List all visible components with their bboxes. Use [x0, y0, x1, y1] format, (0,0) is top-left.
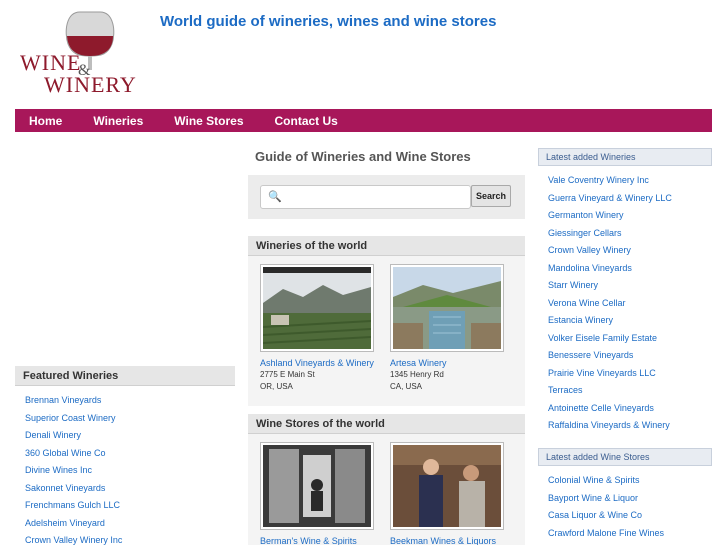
latest-winery-link[interactable]: Crown Valley Winery	[548, 242, 712, 260]
latest-winery-link[interactable]: Estancia Winery	[548, 312, 712, 330]
store-photo[interactable]	[390, 442, 504, 530]
store-card: Beekman Wines & Liquors	[390, 442, 510, 545]
latest-stores-list: Colonial Wine & Spirits Bayport Wine & L…	[538, 466, 712, 542]
search-panel: 🔍 Search	[248, 175, 525, 219]
latest-store-link[interactable]: Bayport Wine & Liquor	[548, 490, 712, 508]
latest-wineries-heading: Latest added Wineries	[538, 148, 712, 166]
store-name-link[interactable]: Beekman Wines & Liquors	[390, 535, 510, 545]
store-photo[interactable]	[260, 442, 374, 530]
winery-address-line1: 1345 Henry Rd	[390, 370, 444, 379]
store-card: Berman's Wine & Spirits	[260, 442, 380, 545]
search-field[interactable]: 🔍	[260, 185, 471, 209]
winery-card: Artesa Winery 1345 Henry Rd CA, USA	[390, 264, 510, 393]
featured-winery-link[interactable]: Adelsheim Vineyard	[25, 515, 235, 533]
latest-winery-link[interactable]: Guerra Vineyard & Winery LLC	[548, 190, 712, 208]
nav-wine-stores[interactable]: Wine Stores	[174, 114, 243, 128]
search-input[interactable]	[283, 188, 468, 206]
site-tagline: World guide of wineries, wines and wine …	[160, 13, 497, 30]
latest-winery-link[interactable]: Antoinette Celle Vineyards	[548, 400, 712, 418]
featured-winery-link[interactable]: Divine Wines Inc	[25, 462, 235, 480]
latest-stores-box: Latest added Wine Stores Colonial Wine &…	[538, 448, 712, 542]
latest-winery-link[interactable]: Prairie Vine Vineyards LLC	[548, 365, 712, 383]
logo-text-winery: WINERY	[44, 72, 137, 97]
latest-winery-link[interactable]: Vale Coventry Winery Inc	[548, 172, 712, 190]
winery-address-line2: OR, USA	[260, 382, 293, 391]
featured-wineries-box: Featured Wineries Brennan Vineyards Supe…	[15, 366, 235, 545]
featured-wineries-heading: Featured Wineries	[15, 366, 235, 386]
winery-building-image	[393, 267, 501, 349]
latest-winery-link[interactable]: Mandolina Vineyards	[548, 260, 712, 278]
latest-winery-link[interactable]: Starr Winery	[548, 277, 712, 295]
nav-contact-us[interactable]: Contact Us	[275, 114, 338, 128]
latest-store-link[interactable]: Colonial Wine & Spirits	[548, 472, 712, 490]
featured-winery-link[interactable]: Crown Valley Winery Inc	[25, 532, 235, 545]
latest-winery-link[interactable]: Terraces	[548, 382, 712, 400]
featured-wineries-list: Brennan Vineyards Superior Coast Winery …	[15, 386, 235, 545]
winery-address-line2: CA, USA	[390, 382, 423, 391]
winery-photo[interactable]	[260, 264, 374, 352]
featured-winery-link[interactable]: 360 Global Wine Co	[25, 445, 235, 463]
winery-card: Ashland Vineyards & Winery 2775 E Main S…	[260, 264, 380, 393]
site-logo[interactable]: WINE & WINERY	[18, 10, 138, 100]
latest-store-link[interactable]: Crawford Malone Fine Wines	[548, 525, 712, 543]
featured-winery-link[interactable]: Brennan Vineyards	[25, 392, 235, 410]
featured-winery-link[interactable]: Denali Winery	[25, 427, 235, 445]
latest-wineries-list: Vale Coventry Winery Inc Guerra Vineyard…	[538, 166, 712, 435]
main-nav: Home Wineries Wine Stores Contact Us	[15, 109, 712, 132]
winery-photo[interactable]	[390, 264, 504, 352]
latest-stores-heading: Latest added Wine Stores	[538, 448, 712, 466]
featured-winery-link[interactable]: Superior Coast Winery	[25, 410, 235, 428]
latest-winery-link[interactable]: Volker Eisele Family Estate	[548, 330, 712, 348]
latest-wineries-box: Latest added Wineries Vale Coventry Wine…	[538, 148, 712, 435]
wine-stores-section-heading: Wine Stores of the world	[248, 414, 525, 434]
wineries-section: Wineries of the world Ashland Vineyards …	[248, 236, 525, 406]
featured-winery-link[interactable]: Frenchmans Gulch LLC	[25, 497, 235, 515]
latest-winery-link[interactable]: Raffaldina Vineyards & Winery	[548, 417, 712, 435]
nav-wineries[interactable]: Wineries	[93, 114, 143, 128]
store-people-image	[393, 445, 501, 527]
winery-name-link[interactable]: Ashland Vineyards & Winery	[260, 357, 380, 369]
latest-store-link[interactable]: Casa Liquor & Wine Co	[548, 507, 712, 525]
vineyard-landscape-image	[263, 267, 371, 349]
wine-stores-section: Wine Stores of the world Berman's Wine &…	[248, 414, 525, 545]
winery-name-link[interactable]: Artesa Winery	[390, 357, 510, 369]
latest-winery-link[interactable]: Benessere Vineyards	[548, 347, 712, 365]
page-title: Guide of Wineries and Wine Stores	[255, 149, 471, 164]
store-name-link[interactable]: Berman's Wine & Spirits	[260, 535, 380, 545]
magnifier-icon: 🔍	[268, 191, 282, 203]
latest-winery-link[interactable]: Giessinger Cellars	[548, 225, 712, 243]
winery-address-line1: 2775 E Main St	[260, 370, 315, 379]
nav-home[interactable]: Home	[29, 114, 62, 128]
search-button[interactable]: Search	[471, 185, 511, 207]
latest-winery-link[interactable]: Verona Wine Cellar	[548, 295, 712, 313]
latest-winery-link[interactable]: Germanton Winery	[548, 207, 712, 225]
wineries-section-heading: Wineries of the world	[248, 236, 525, 256]
featured-winery-link[interactable]: Sakonnet Vineyards	[25, 480, 235, 498]
store-interior-image	[263, 445, 371, 527]
